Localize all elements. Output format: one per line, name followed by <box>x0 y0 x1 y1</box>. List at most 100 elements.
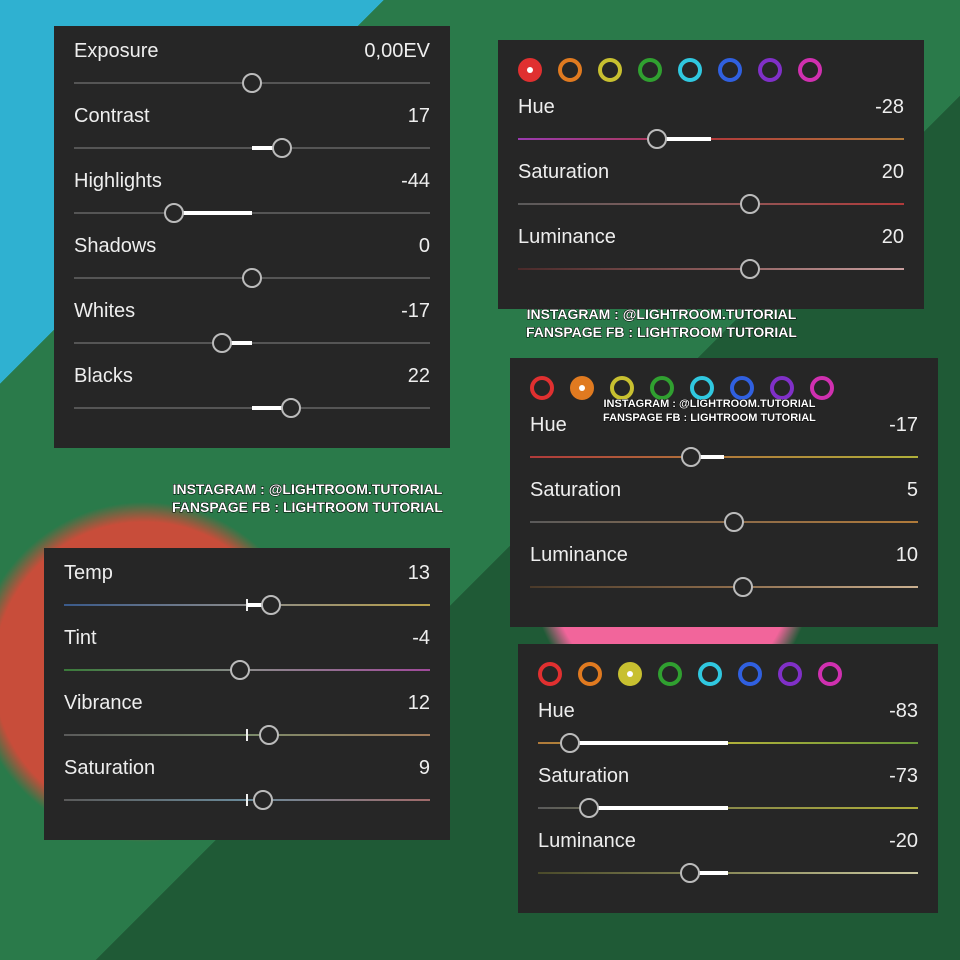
slider-saturation[interactable] <box>530 508 918 536</box>
slider-label: Blacks <box>74 365 133 388</box>
slider-thumb[interactable] <box>740 259 760 279</box>
slider-thumb[interactable] <box>253 790 273 810</box>
color-swatch[interactable] <box>558 58 582 82</box>
color-swatch[interactable] <box>530 376 554 400</box>
color-swatch[interactable] <box>538 662 562 686</box>
slider-value: 0,00EV <box>364 40 430 63</box>
watermark-line1: INSTAGRAM : @LIGHTROOM.TUTORIAL <box>603 397 816 411</box>
color-swatch[interactable] <box>738 662 762 686</box>
slider-thumb[interactable] <box>680 863 700 883</box>
slider-value: -4 <box>412 627 430 650</box>
slider-thumb[interactable] <box>647 129 667 149</box>
slider-fill <box>174 211 252 215</box>
slider-value: 20 <box>882 226 904 249</box>
slider-track <box>518 138 904 140</box>
color-swatch[interactable] <box>518 58 542 82</box>
slider-thumb[interactable] <box>164 203 184 223</box>
slider-label: Saturation <box>64 757 155 780</box>
slider-value: -83 <box>889 700 918 723</box>
color-swatch[interactable] <box>578 662 602 686</box>
slider-label: Contrast <box>74 105 150 128</box>
slider-thumb[interactable] <box>281 398 301 418</box>
slider-thumb[interactable] <box>230 660 250 680</box>
color-swatch[interactable] <box>598 58 622 82</box>
slider-luminance[interactable] <box>518 255 904 283</box>
slider-blacks[interactable] <box>74 394 430 422</box>
light-panel: Exposure0,00EVContrast17Highlights-44Sha… <box>54 26 450 448</box>
slider-saturation[interactable] <box>64 786 430 814</box>
slider-saturation[interactable] <box>538 794 918 822</box>
slider-hue[interactable] <box>518 125 904 153</box>
color-panel: Temp13Tint-4Vibrance12Saturation9 <box>44 548 450 840</box>
slider-value: -73 <box>889 765 918 788</box>
slider-thumb[interactable] <box>272 138 292 158</box>
slider-track <box>518 203 904 205</box>
slider-saturation[interactable] <box>518 190 904 218</box>
slider-thumb[interactable] <box>681 447 701 467</box>
watermark-line1: INSTAGRAM : @LIGHTROOM.TUTORIAL <box>172 480 443 498</box>
watermark: INSTAGRAM : @LIGHTROOM.TUTORIAL FANSPAGE… <box>603 397 816 426</box>
slider-value: 13 <box>408 562 430 585</box>
color-swatch[interactable] <box>678 58 702 82</box>
color-swatch[interactable] <box>638 58 662 82</box>
slider-value: -17 <box>889 414 918 437</box>
slider-label: Temp <box>64 562 113 585</box>
slider-label: Luminance <box>530 544 628 567</box>
slider-thumb[interactable] <box>242 268 262 288</box>
slider-thumb[interactable] <box>242 73 262 93</box>
slider-label: Luminance <box>538 830 636 853</box>
slider-track <box>74 342 430 344</box>
watermark-line1: INSTAGRAM : @LIGHTROOM.TUTORIAL <box>526 305 797 323</box>
slider-value: 22 <box>408 365 430 388</box>
slider-value: 20 <box>882 161 904 184</box>
slider-value: 17 <box>408 105 430 128</box>
watermark-line2: FANSPAGE FB : LIGHTROOM TUTORIAL <box>603 411 816 425</box>
slider-track <box>518 268 904 270</box>
slider-label: Saturation <box>530 479 621 502</box>
color-swatch[interactable] <box>658 662 682 686</box>
slider-tint[interactable] <box>64 656 430 684</box>
slider-hue[interactable] <box>538 729 918 757</box>
color-swatch[interactable] <box>570 376 594 400</box>
slider-thumb[interactable] <box>212 333 232 353</box>
slider-thumb[interactable] <box>261 595 281 615</box>
slider-vibrance[interactable] <box>64 721 430 749</box>
slider-value: -28 <box>875 96 904 119</box>
slider-label: Luminance <box>518 226 616 249</box>
slider-thumb[interactable] <box>733 577 753 597</box>
slider-contrast[interactable] <box>74 134 430 162</box>
color-swatch[interactable] <box>778 662 802 686</box>
slider-thumb[interactable] <box>560 733 580 753</box>
slider-temp[interactable] <box>64 591 430 619</box>
slider-thumb[interactable] <box>579 798 599 818</box>
slider-thumb[interactable] <box>259 725 279 745</box>
slider-exposure[interactable] <box>74 69 430 97</box>
slider-label: Exposure <box>74 40 159 63</box>
color-swatch-row <box>538 658 918 700</box>
color-swatch[interactable] <box>718 58 742 82</box>
slider-value: -17 <box>401 300 430 323</box>
color-swatch[interactable] <box>698 662 722 686</box>
slider-thumb[interactable] <box>724 512 744 532</box>
slider-luminance[interactable] <box>538 859 918 887</box>
watermark: INSTAGRAM : @LIGHTROOM.TUTORIAL FANSPAGE… <box>526 305 797 341</box>
slider-thumb[interactable] <box>740 194 760 214</box>
slider-luminance[interactable] <box>530 573 918 601</box>
slider-label: Hue <box>518 96 555 119</box>
slider-label: Saturation <box>518 161 609 184</box>
slider-label: Whites <box>74 300 135 323</box>
color-swatch[interactable] <box>758 58 782 82</box>
color-swatch[interactable] <box>818 662 842 686</box>
slider-value: 5 <box>907 479 918 502</box>
slider-track <box>74 212 430 214</box>
slider-hue[interactable] <box>530 443 918 471</box>
slider-label: Hue <box>538 700 575 723</box>
color-swatch[interactable] <box>618 662 642 686</box>
slider-highlights[interactable] <box>74 199 430 227</box>
slider-shadows[interactable] <box>74 264 430 292</box>
colormix-red-panel: Hue -28 Saturation 20 Luminance 20 <box>498 40 924 309</box>
slider-whites[interactable] <box>74 329 430 357</box>
color-swatch[interactable] <box>798 58 822 82</box>
center-tick <box>246 794 248 806</box>
slider-label: Saturation <box>538 765 629 788</box>
